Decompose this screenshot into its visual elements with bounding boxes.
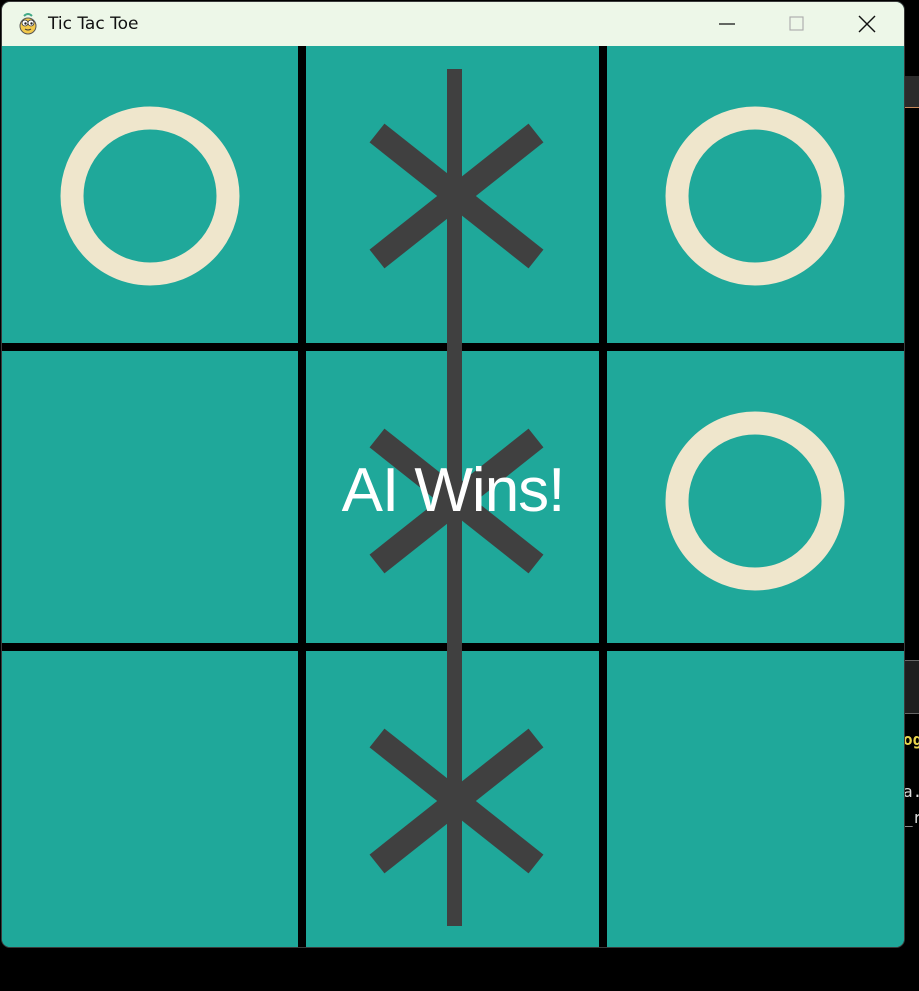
minimize-icon — [719, 23, 735, 25]
o-mark-icon — [60, 106, 240, 286]
board-cell-r3-c1[interactable] — [2, 651, 296, 945]
board-cell-r1-c1[interactable] — [2, 46, 296, 340]
background-text: _r — [903, 808, 919, 827]
game-window: Tic Tac Toe AI Wins! — [2, 2, 904, 947]
close-icon — [858, 15, 876, 33]
maximize-button[interactable] — [762, 2, 832, 46]
maximize-icon — [789, 16, 804, 31]
window-title: Tic Tac Toe — [48, 14, 139, 34]
title-bar[interactable]: Tic Tac Toe — [2, 2, 904, 46]
board-cell-r3-c3[interactable] — [607, 651, 901, 945]
game-status-message: AI Wins! — [341, 456, 566, 525]
close-button[interactable] — [832, 2, 902, 46]
game-board: AI Wins! — [2, 46, 904, 947]
background-desktop-strip — [904, 76, 919, 108]
background-text: og — [903, 730, 919, 749]
background-desktop-strip — [904, 660, 919, 714]
o-mark-icon — [665, 106, 845, 286]
board-cell-r1-c3[interactable] — [607, 46, 901, 340]
background-text: a. — [903, 782, 919, 801]
minimize-button[interactable] — [692, 2, 762, 46]
pygame-snake-icon — [19, 13, 37, 35]
